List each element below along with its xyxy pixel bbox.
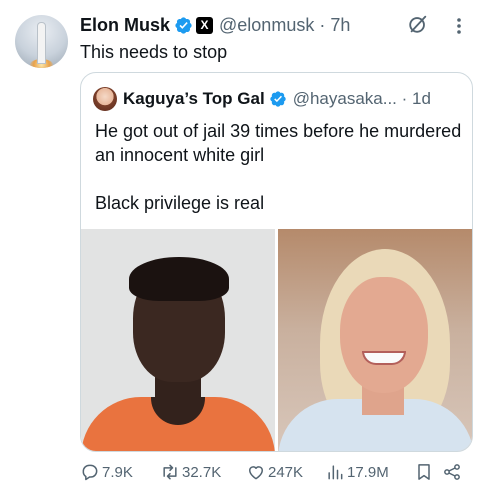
repost-button[interactable]: 32.7K: [160, 460, 221, 484]
quoted-handle-text: @hayasaka...: [292, 89, 397, 108]
repost-count: 32.7K: [182, 463, 222, 481]
quoted-author-name[interactable]: Kaguya’s Top Gal: [123, 89, 265, 109]
like-icon: [249, 466, 263, 480]
reply-count: 7.9K: [102, 463, 133, 481]
share-icon[interactable]: [442, 462, 462, 482]
quoted-image-left[interactable]: [81, 229, 275, 451]
repost-icon: [163, 464, 177, 480]
author-name[interactable]: Elon Musk: [80, 15, 170, 36]
author-handle[interactable]: @elonmusk · 7h: [219, 15, 350, 36]
quoted-post-time: 1d: [412, 89, 431, 108]
quoted-author-avatar[interactable]: [93, 87, 117, 111]
post-header: Elon Musk X @elonmusk · 7h: [80, 14, 350, 36]
views-icon: [328, 465, 343, 480]
grok-icon[interactable]: [407, 13, 429, 35]
quoted-header: Kaguya’s Top Gal @hayasaka... · 1d: [93, 87, 431, 111]
verified-icon: [175, 16, 192, 34]
reply-button[interactable]: 7.9K: [80, 460, 133, 484]
views-count: 17.9M: [347, 463, 389, 481]
more-icon[interactable]: [456, 17, 462, 35]
quoted-time-separator: ·: [401, 89, 408, 108]
like-count: 247K: [268, 463, 304, 481]
post-text: This needs to stop: [80, 42, 228, 62]
bookmark-icon[interactable]: [414, 462, 434, 482]
image-hair: [129, 257, 229, 301]
post-time[interactable]: 7h: [330, 15, 350, 35]
x-badge-icon: X: [196, 16, 214, 34]
quoted-author-handle[interactable]: @hayasaka... · 1d: [293, 89, 431, 109]
reply-icon: [82, 464, 98, 481]
image-face: [340, 277, 428, 393]
quoted-image-right[interactable]: [278, 229, 472, 451]
quoted-post[interactable]: Kaguya’s Top Gal @hayasaka... · 1d He go…: [80, 72, 473, 452]
action-bar: 7.9K 32.7K 247K 17.9M: [80, 460, 472, 484]
like-button[interactable]: 247K: [246, 460, 303, 484]
quoted-text: He got out of jail 39 times before he mu…: [95, 121, 462, 213]
verified-icon: [270, 91, 286, 107]
handle-text: @elonmusk: [219, 14, 315, 35]
time-separator: ·: [319, 14, 326, 35]
avatar-rocket: [38, 23, 45, 63]
views-button[interactable]: 17.9M: [325, 460, 389, 484]
author-avatar[interactable]: [15, 15, 68, 68]
